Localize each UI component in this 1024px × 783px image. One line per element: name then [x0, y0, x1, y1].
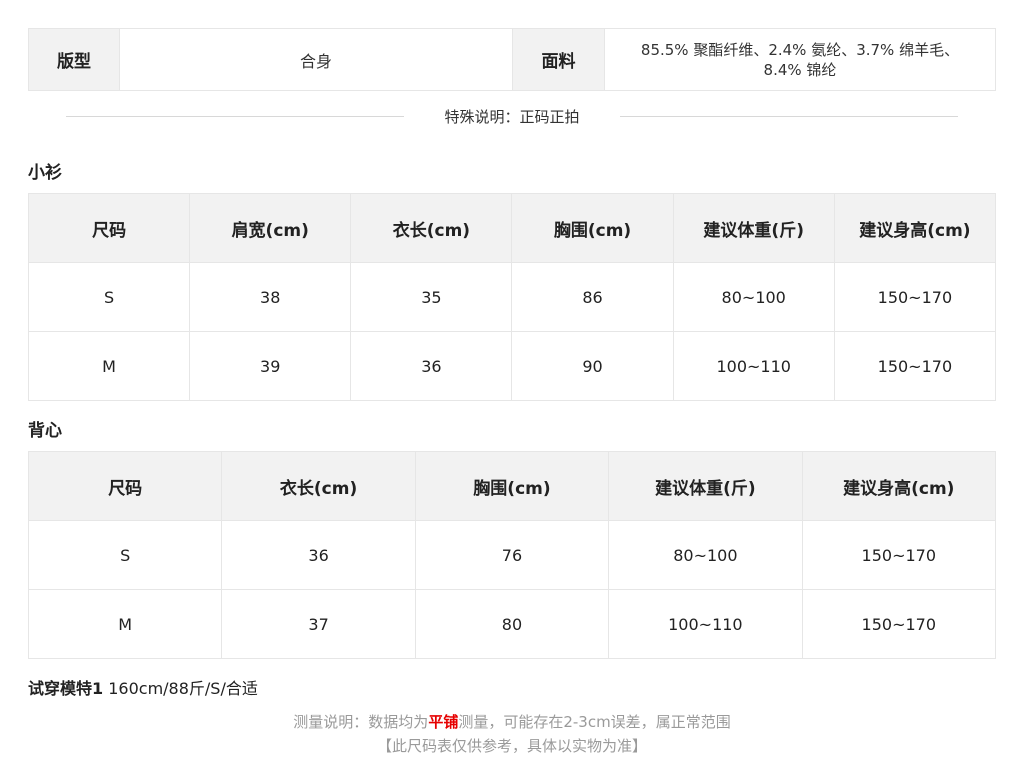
fitting-model-info: 试穿模特1 160cm/88斤/S/合适: [28, 675, 258, 699]
header-cell: 尺码: [27, 451, 223, 521]
table-cell: 38: [189, 262, 352, 332]
table-cell: 37: [221, 589, 416, 659]
fit-label: 版型: [28, 28, 120, 91]
note-highlight: 平铺: [428, 713, 459, 731]
model-label: 试穿模特1: [28, 679, 104, 698]
table-cell: 80: [414, 589, 610, 659]
table-cell: 150~170: [833, 331, 997, 401]
table-row: S 38 35 86 80~100 150~170: [27, 262, 997, 332]
table-cell: 150~170: [833, 262, 997, 332]
header-cell: 尺码: [27, 193, 191, 263]
special-note-text: 特殊说明：正码正拍: [444, 108, 580, 126]
size-table-vest: 尺码 衣长(cm) 胸围(cm) 建议体重(斤) 建议身高(cm) S 36 7…: [27, 451, 997, 659]
header-cell: 建议身高(cm): [801, 451, 997, 521]
table-cell: 80~100: [608, 520, 803, 590]
header-cell: 肩宽(cm): [189, 193, 352, 263]
fabric-line-1: 85.5% 聚酯纤维、2.4% 氨纶、3.7% 绵羊毛、: [640, 40, 960, 59]
header-cell: 胸围(cm): [511, 193, 674, 263]
table-cell: 100~110: [608, 589, 803, 659]
header-cell: 胸围(cm): [414, 451, 610, 521]
fit-value: 合身: [119, 28, 513, 91]
table-row: M 39 36 90 100~110 150~170: [27, 331, 997, 401]
table-cell: 90: [511, 331, 674, 401]
measurement-note-line-1: 测量说明：数据均为平铺测量，可能存在2-3cm误差，属正常范围: [0, 710, 1024, 734]
table-row: M 37 80 100~110 150~170: [27, 589, 997, 659]
note-divider-right: [620, 116, 958, 117]
header-cell: 建议体重(斤): [608, 451, 803, 521]
note-post: 测量，可能存在2-3cm误差，属正常范围: [458, 713, 731, 731]
header-cell: 衣长(cm): [221, 451, 416, 521]
size-table-top: 尺码 肩宽(cm) 衣长(cm) 胸围(cm) 建议体重(斤) 建议身高(cm)…: [27, 193, 997, 401]
table1-title: 小衫: [28, 163, 62, 183]
table-cell: 80~100: [672, 262, 835, 332]
special-note: 特殊说明：正码正拍: [0, 104, 1024, 130]
table-cell: S: [27, 520, 223, 590]
table-cell: 86: [511, 262, 674, 332]
header-cell: 建议体重(斤): [672, 193, 835, 263]
table-cell: 150~170: [801, 520, 997, 590]
note-divider-left: [66, 116, 404, 117]
fabric-value: 85.5% 聚酯纤维、2.4% 氨纶、3.7% 绵羊毛、 8.4% 锦纶: [604, 28, 996, 91]
note-pre: 测量说明：数据均为: [293, 713, 429, 731]
table-header-row: 尺码 衣长(cm) 胸围(cm) 建议体重(斤) 建议身高(cm): [27, 451, 997, 521]
table-cell: 39: [189, 331, 352, 401]
table-cell: 150~170: [801, 589, 997, 659]
model-value: 160cm/88斤/S/合适: [103, 679, 258, 698]
table-row: S 36 76 80~100 150~170: [27, 520, 997, 590]
header-cell: 衣长(cm): [350, 193, 513, 263]
table-cell: 76: [414, 520, 610, 590]
fabric-label: 面料: [512, 28, 605, 91]
product-info-table: 版型 合身 面料 85.5% 聚酯纤维、2.4% 氨纶、3.7% 绵羊毛、 8.…: [28, 28, 996, 91]
table-cell: 36: [221, 520, 416, 590]
table2-title: 背心: [28, 421, 62, 441]
table-cell: 100~110: [672, 331, 835, 401]
measurement-note-line-2: 【此尺码表仅供参考，具体以实物为准】: [376, 737, 647, 755]
table-header-row: 尺码 肩宽(cm) 衣长(cm) 胸围(cm) 建议体重(斤) 建议身高(cm): [27, 193, 997, 263]
table-cell: M: [27, 331, 191, 401]
table-cell: M: [27, 589, 223, 659]
fabric-line-2: 8.4% 锦纶: [763, 60, 837, 79]
table-cell: 36: [350, 331, 513, 401]
measurement-notes: 测量说明：数据均为平铺测量，可能存在2-3cm误差，属正常范围 【此尺码表仅供参…: [0, 710, 1024, 758]
header-cell: 建议身高(cm): [833, 193, 997, 263]
table-cell: S: [27, 262, 191, 332]
table-cell: 35: [350, 262, 513, 332]
